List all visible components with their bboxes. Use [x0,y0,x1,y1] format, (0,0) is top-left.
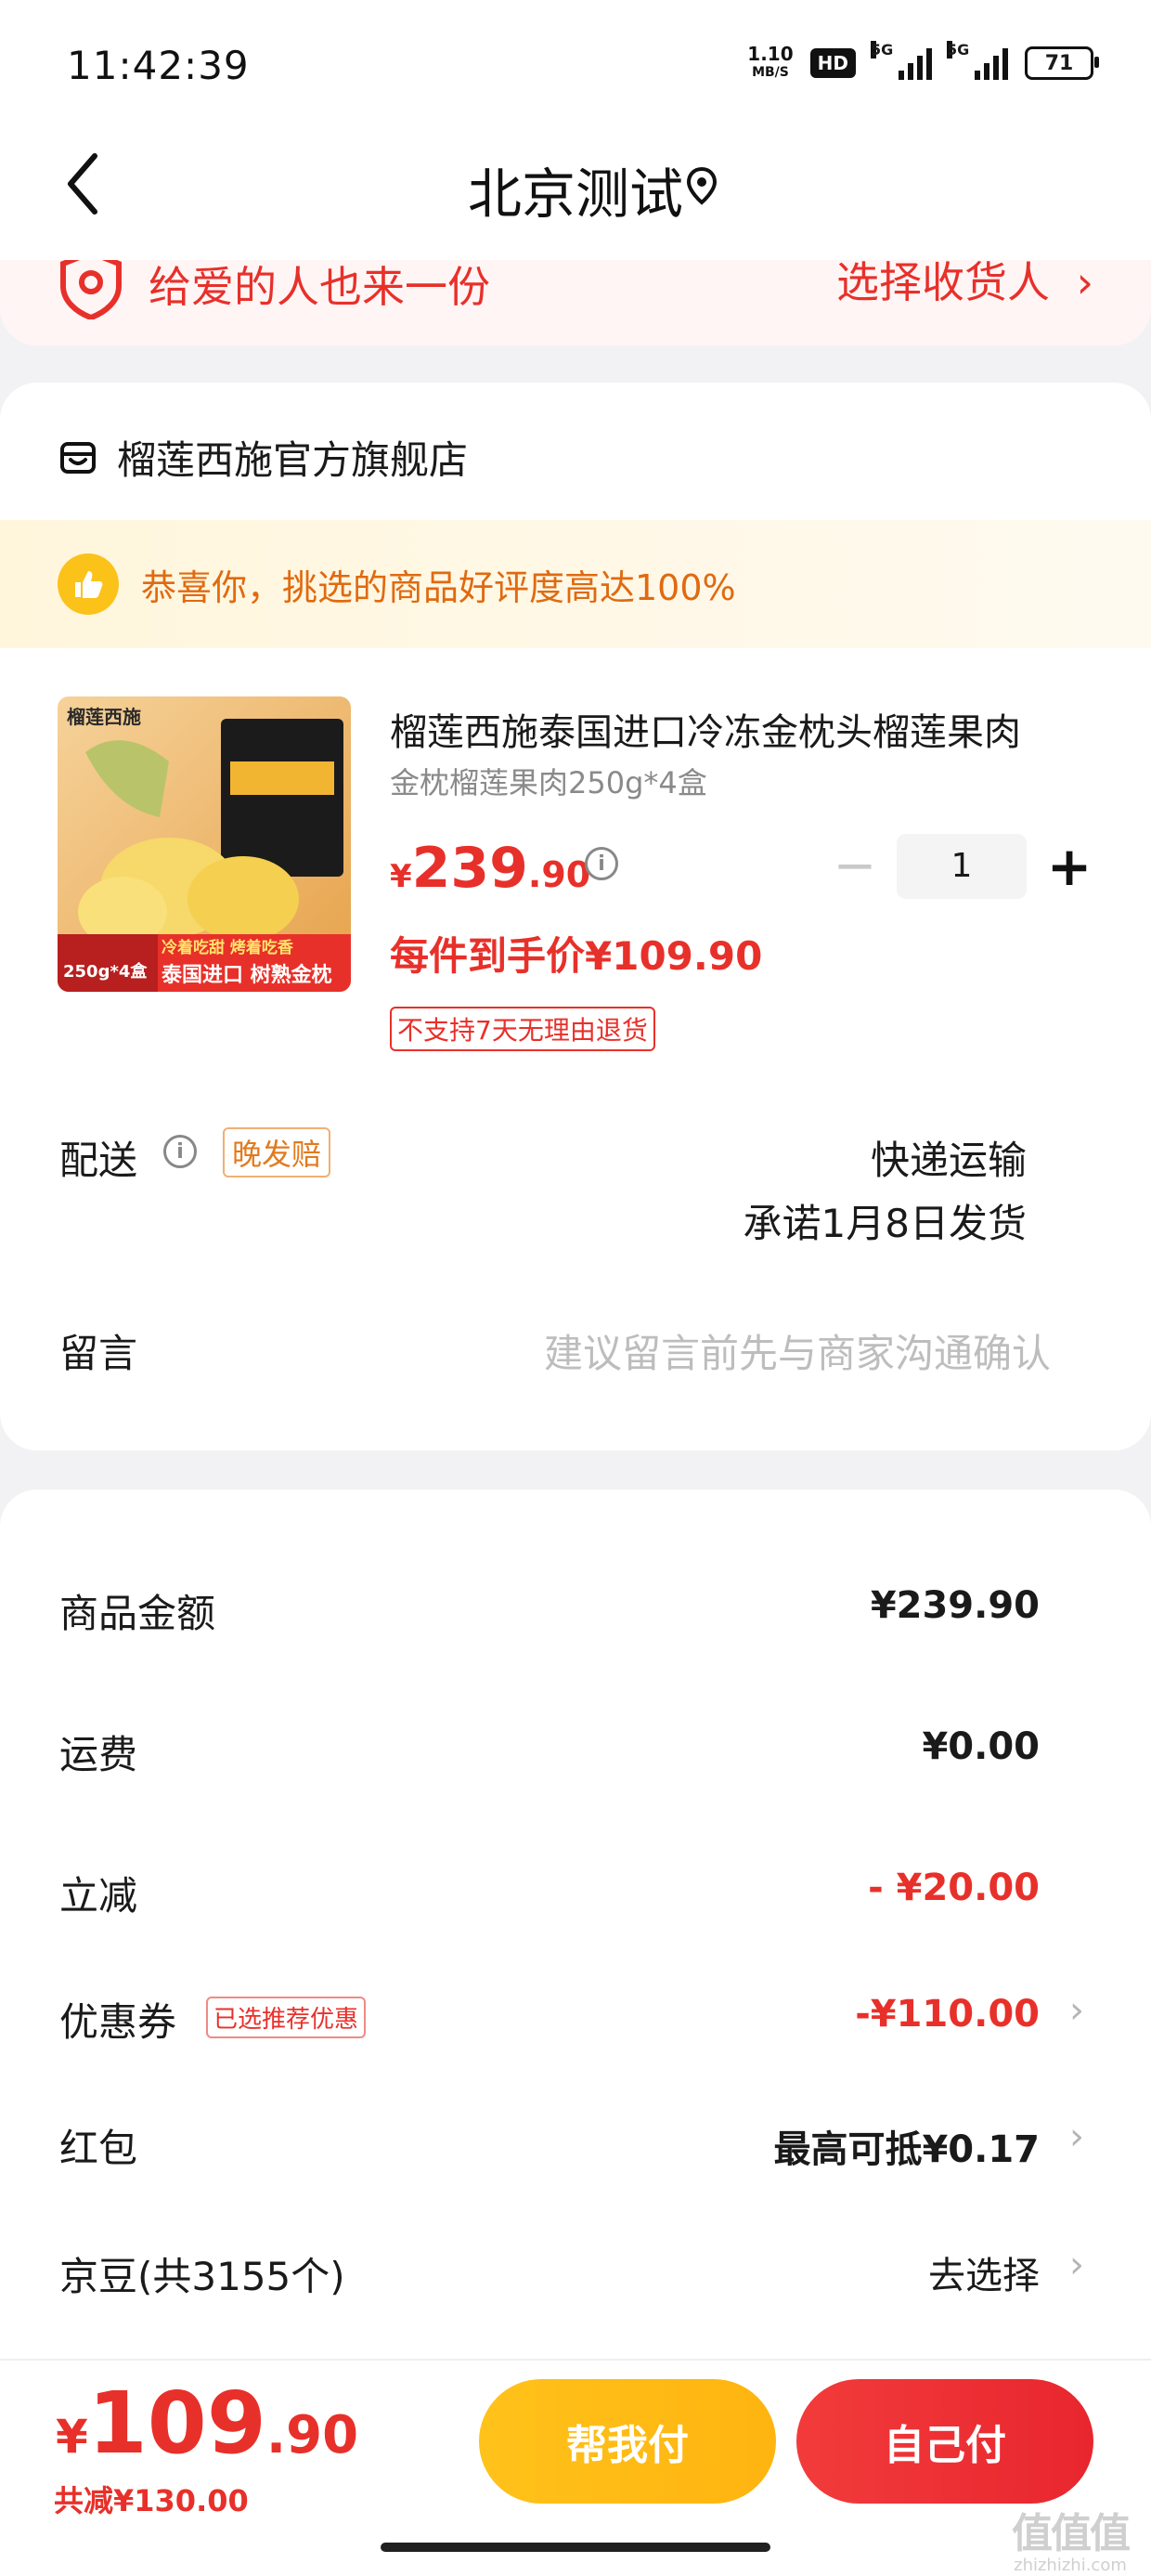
instant-discount-value: - ¥20.00 [868,1867,1040,1909]
page-title[interactable]: 北京测试 [0,150,1151,228]
quantity-decrease-button[interactable]: − [832,834,878,899]
self-pay-button[interactable]: 自己付 [796,2379,1093,2504]
shop-name: 榴莲西施官方旗舰店 [117,437,469,483]
product-title[interactable]: 榴莲西施泰国进口冷冻金枕头榴莲果肉 [390,702,1067,756]
quantity-input[interactable]: 1 [897,834,1027,899]
red-packet-chevron-icon[interactable]: › [1069,2115,1084,2158]
watermark: 值值值 zhizhizhi.com [1012,2510,1131,2575]
delivery-info-icon[interactable]: i [163,1135,197,1168]
total-price: ¥ 109 .90 [56,2374,359,2473]
select-recipient-link[interactable]: 选择收货人 › [836,260,1093,310]
goods-amount-label: 商品金额 [59,1591,216,1636]
goods-amount-value: ¥239.90 [870,1584,1040,1627]
gift-banner-left: 给爱的人也来一份 [58,260,490,319]
jd-beans-chevron-icon[interactable]: › [1069,2244,1084,2286]
product-price: ¥ 239 .90 [390,836,591,901]
info-icon[interactable]: i [585,847,618,880]
note-input[interactable]: 建议留言前先与商家沟通确认 [544,1322,1051,1379]
network-speed: 1.10 MB/S [747,43,794,80]
delivery-method: 快递运输 [870,1138,1027,1183]
note-label: 留言 [59,1331,138,1376]
total-saved[interactable]: 共减¥130.00 [54,2478,249,2520]
status-icons: 1.10 MB/S HD 5G 5G 71 [747,41,1099,82]
delivery-label: 配送 [59,1138,138,1183]
store-icon [60,441,96,474]
shop-header[interactable]: 榴莲西施官方旗舰店 [59,429,468,486]
rating-notice: 恭喜你，挑选的商品好评度高达100% [0,520,1151,648]
jd-beans-label: 京豆(共3155个) [59,2254,345,2299]
signal-strength-icon-2: 5G [947,41,1008,80]
image-badge-text: 泰国进口 树熟金枕 [162,964,332,987]
home-indicator[interactable] [381,2543,770,2552]
coupon-label: 优惠券 [59,1999,177,2045]
signal-strength-icon: 5G [871,41,932,80]
hd-voice-icon: HD [809,48,856,78]
coupon-value[interactable]: -¥110.00 [855,1993,1040,2036]
instant-discount-label: 立减 [59,1873,138,1919]
late-compensation-badge[interactable]: 晚发赔 [223,1127,331,1177]
rating-text: 恭喜你，挑选的商品好评度高达100% [141,566,736,608]
product-image[interactable]: 榴莲西施 冷着吃甜 烤着吃香 250g*4盒 泰国进口 树熟金枕 [58,696,351,992]
quantity-increase-button[interactable]: + [1045,834,1093,899]
delivery-date: 承诺1月8日发货 [743,1201,1027,1246]
coupon-recommended-badge: 已选推荐优惠 [206,1997,367,2038]
battery-icon: 71 [1025,46,1099,80]
red-packet-label: 红包 [59,2126,138,2171]
image-spec-text: 250g*4盒 [63,962,148,982]
status-time: 11:42:39 [67,43,250,88]
shipping-label: 运费 [59,1732,138,1777]
help-pay-button[interactable]: 帮我付 [479,2379,776,2504]
jd-beans-value[interactable]: 去选择 [928,2245,1040,2299]
red-packet-value[interactable]: 最高可抵¥0.17 [773,2119,1040,2173]
chevron-right-icon: › [1076,260,1093,307]
shield-location-icon [60,260,122,319]
brand-logo: 榴莲西施 [67,706,141,728]
coupon-chevron-icon[interactable]: › [1069,1989,1084,2032]
unit-final-price: 每件到手价¥109.90 [390,933,763,979]
no-return-badge: 不支持7天无理由退货 [390,1007,655,1051]
location-pin-icon[interactable] [685,165,718,206]
image-tag-text: 冷着吃甜 烤着吃香 [162,939,293,957]
product-spec[interactable]: 金枕榴莲果肉250g*4盒 [390,760,707,802]
shipping-value: ¥0.00 [922,1725,1040,1768]
gift-banner[interactable]: 给爱的人也来一份 选择收货人 › [0,260,1151,345]
thumbs-up-icon [58,553,119,615]
